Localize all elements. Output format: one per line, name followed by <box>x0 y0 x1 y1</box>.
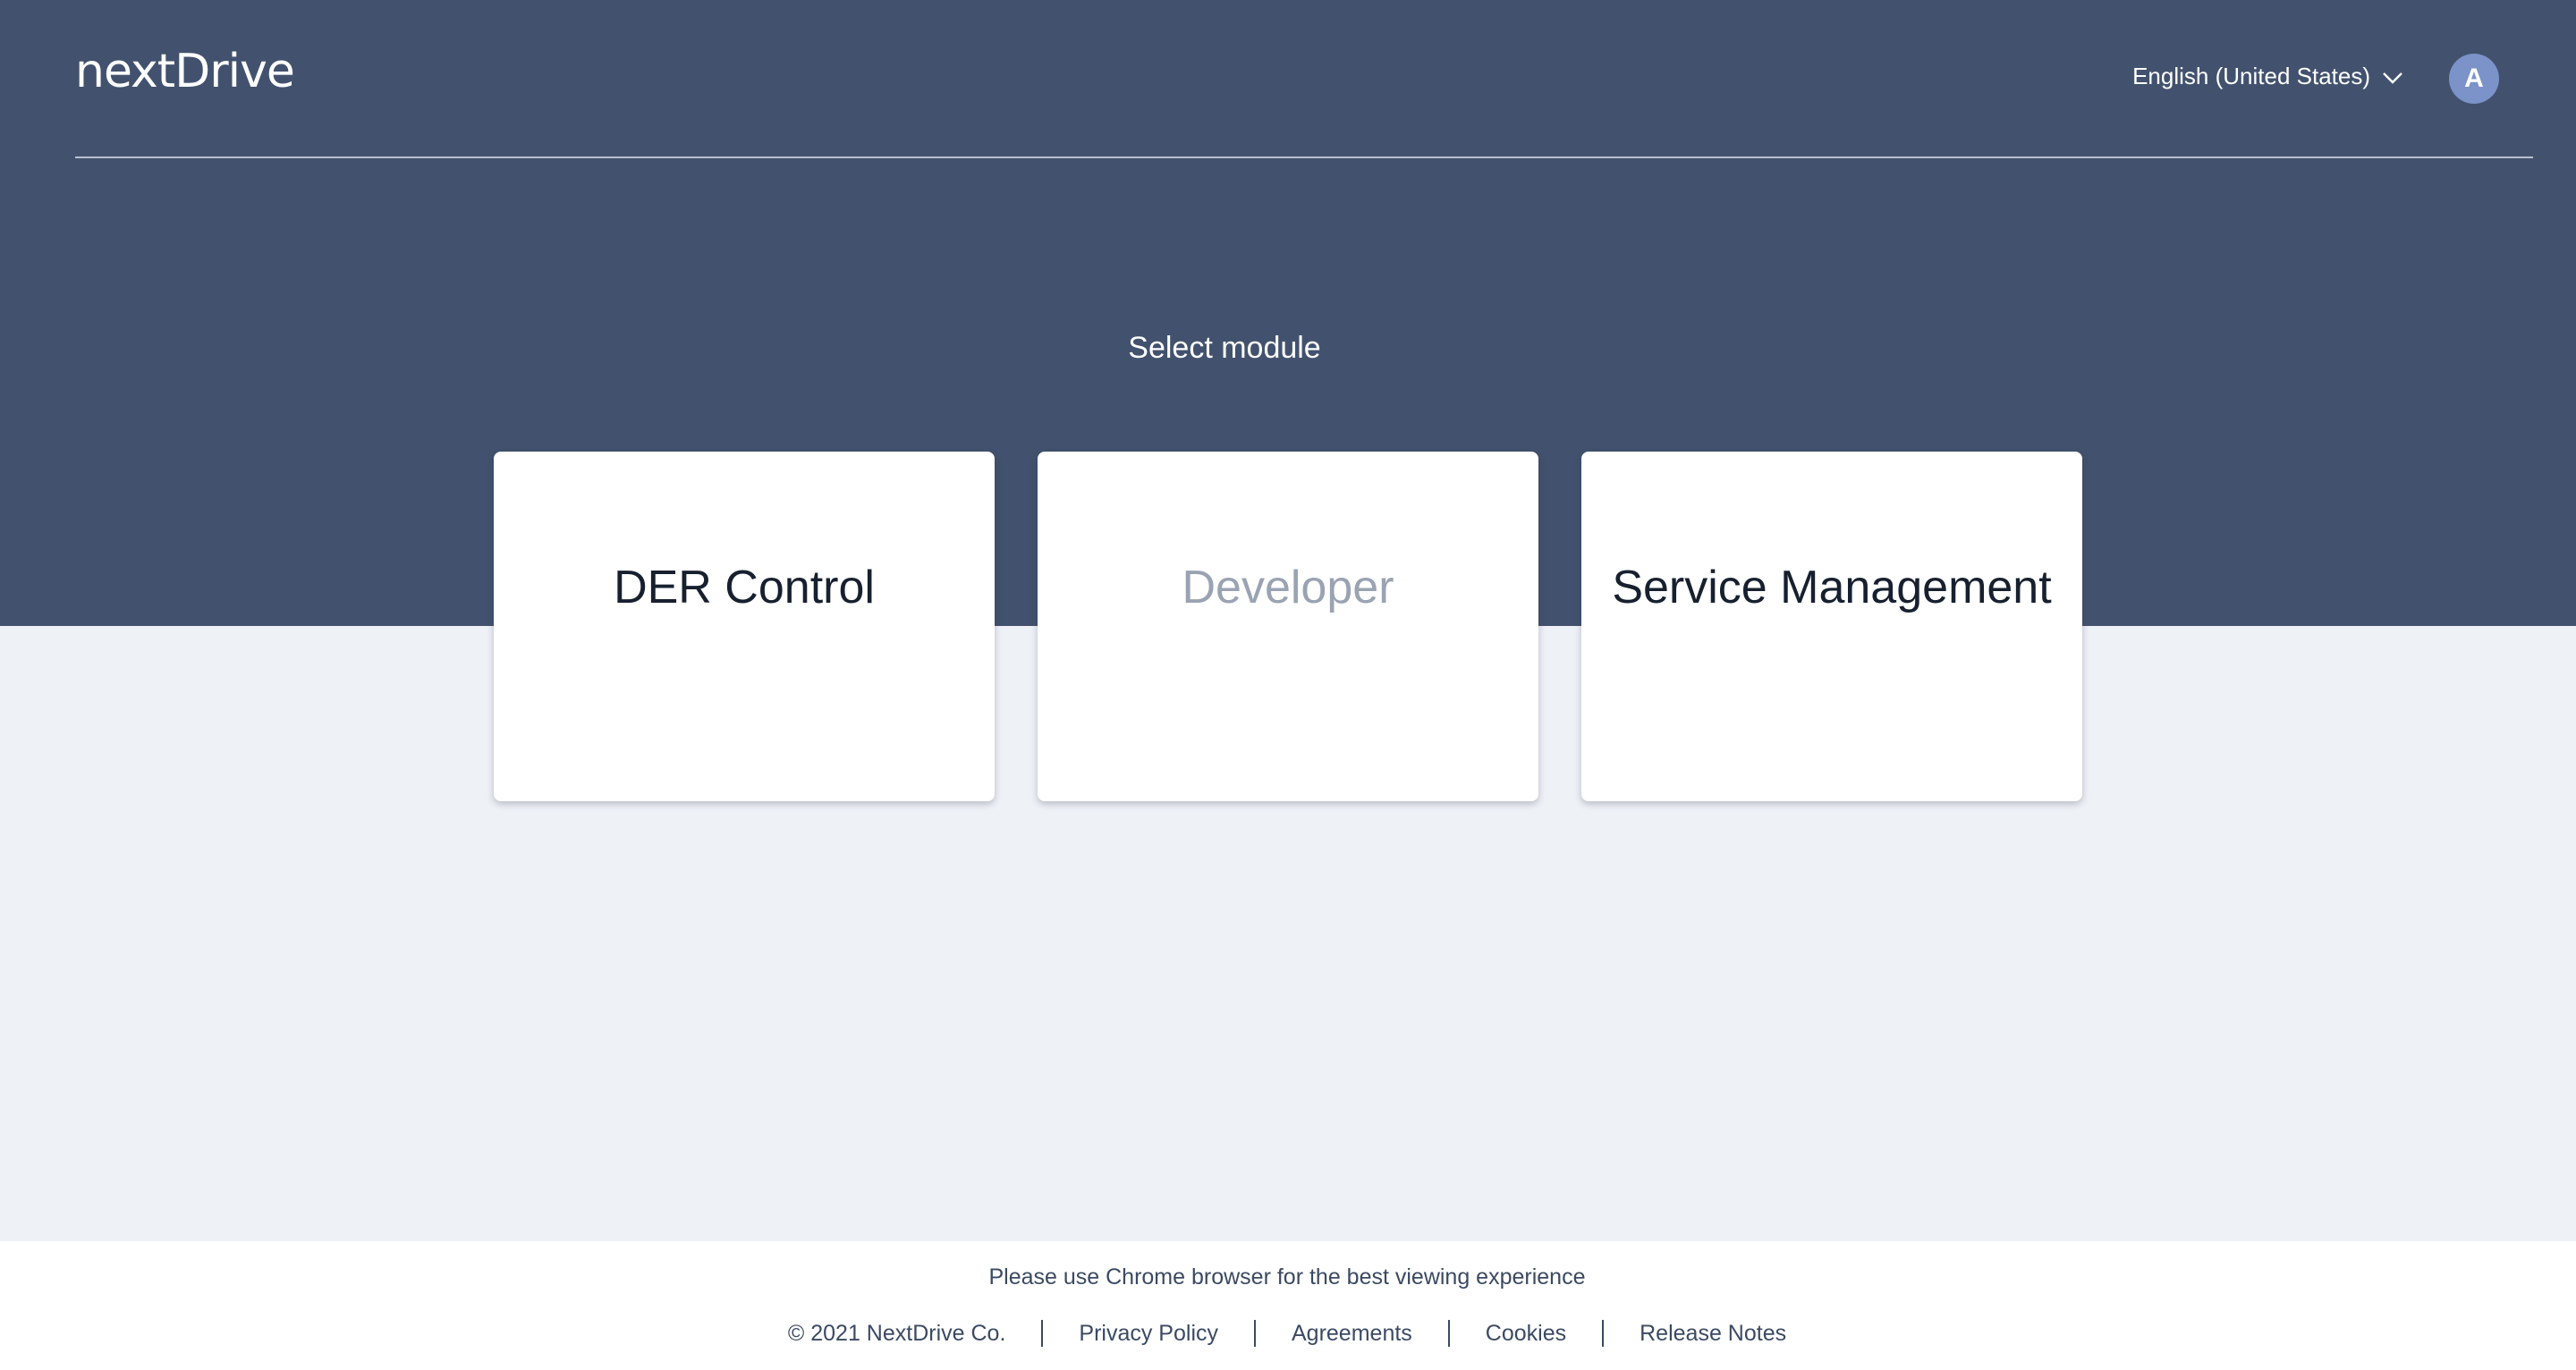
page: nextDrive English (United States) A Sele… <box>0 0 2576 1370</box>
select-module-title: Select module <box>1128 331 1321 365</box>
language-label: English (United States) <box>2132 63 2370 89</box>
footer-divider <box>1447 1320 1450 1347</box>
module-card-developer: Developer <box>1038 452 1538 801</box>
agreements-link[interactable]: Agreements <box>1292 1321 1412 1347</box>
module-card-service-management[interactable]: Service Management <box>1581 452 2082 801</box>
browser-note: Please use Chrome browser for the best v… <box>988 1264 1586 1290</box>
footer-divider <box>1041 1320 1044 1347</box>
footer-divider <box>1602 1320 1605 1347</box>
module-card-label: Developer <box>1182 562 1394 613</box>
footer-divider <box>1254 1320 1256 1347</box>
language-selector[interactable]: English (United States) <box>2132 63 2404 90</box>
user-avatar[interactable]: A <box>2449 54 2499 104</box>
top-header: nextDrive English (United States) A <box>75 0 2533 158</box>
footer-links: © 2021 NextDrive Co. Privacy Policy Agre… <box>0 1320 2574 1347</box>
privacy-policy-link[interactable]: Privacy Policy <box>1079 1321 1218 1347</box>
chevron-down-icon <box>2383 72 2402 84</box>
module-card-der-control[interactable]: DER Control <box>494 452 995 801</box>
footer: Please use Chrome browser for the best v… <box>0 1241 2576 1370</box>
module-cards: DER Control Developer Service Management <box>494 452 2082 801</box>
nextdrive-logo[interactable]: nextDrive <box>75 45 295 98</box>
cookies-link[interactable]: Cookies <box>1486 1321 1566 1347</box>
release-notes-link[interactable]: Release Notes <box>1640 1321 1786 1347</box>
module-card-label: DER Control <box>614 562 875 613</box>
copyright-text: © 2021 NextDrive Co. <box>787 1320 1006 1346</box>
module-card-label: Service Management <box>1612 562 2052 613</box>
